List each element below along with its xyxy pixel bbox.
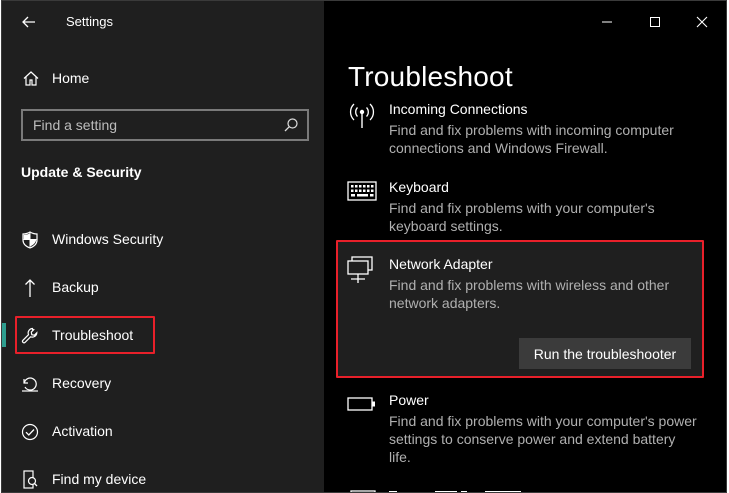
keyboard-icon [346, 181, 378, 213]
maximize-button[interactable] [642, 9, 668, 35]
backup-arrow-icon [20, 278, 40, 298]
antenna-icon [346, 101, 378, 133]
sidebar-item-home[interactable]: Home [20, 65, 310, 91]
troubleshooter-incoming-connections[interactable]: Incoming Connections Find and fix proble… [324, 99, 726, 163]
settings-window: Settings Home Update & Security [1, 0, 727, 493]
close-icon [696, 16, 708, 28]
minimize-button[interactable] [594, 9, 620, 35]
back-arrow-icon [22, 16, 35, 28]
activation-check-icon [20, 422, 40, 442]
main-content: Troubleshoot Incoming Connections Find a… [324, 1, 726, 492]
home-label: Home [52, 70, 90, 86]
battery-icon [346, 396, 378, 428]
sidebar-item-find-my-device[interactable]: Find my device [2, 461, 324, 492]
troubleshooter-name: Incoming Connections [389, 101, 528, 117]
troubleshooter-description: Find and fix problems with your computer… [389, 200, 655, 234]
sidebar-item-recovery[interactable]: Recovery [2, 365, 324, 401]
close-button[interactable] [689, 9, 715, 35]
shield-icon [20, 230, 40, 250]
home-icon [23, 70, 39, 86]
sidebar-item-label: Backup [52, 279, 99, 295]
sidebar-item-label: Recovery [52, 375, 112, 391]
selection-indicator [2, 323, 6, 347]
search-box[interactable] [21, 109, 309, 141]
troubleshooter-description: Find and fix problems with your computer… [389, 413, 697, 465]
sidebar-item-windows-security[interactable]: Windows Security [2, 221, 324, 257]
search-icon[interactable] [283, 117, 299, 133]
highlight-box-network-adapter [336, 240, 704, 378]
sidebar: Settings Home Update & Security [2, 1, 324, 492]
cutoff-item-icon [350, 485, 376, 492]
troubleshooter-power[interactable]: Power Find and fix problems with your co… [324, 390, 726, 470]
highlight-box-troubleshoot [15, 316, 155, 354]
page-title: Troubleshoot [348, 61, 513, 92]
recovery-icon [20, 374, 40, 394]
find-device-icon [20, 470, 40, 490]
troubleshooter-keyboard[interactable]: Keyboard Find and fix problems with your… [324, 177, 726, 237]
app-title: Settings [66, 14, 113, 29]
troubleshooter-name: Power [389, 392, 429, 408]
sidebar-item-label: Activation [52, 423, 113, 439]
sidebar-item-backup[interactable]: Backup [2, 269, 324, 305]
troubleshooter-description: Find and fix problems with incoming comp… [389, 122, 674, 156]
section-title: Update & Security [21, 164, 142, 180]
search-input[interactable] [23, 117, 273, 133]
sidebar-item-label: Find my device [52, 471, 147, 487]
back-button[interactable] [16, 9, 42, 35]
cutoff-item-text [389, 483, 539, 492]
sidebar-item-activation[interactable]: Activation [2, 413, 324, 449]
sidebar-item-label: Windows Security [52, 231, 164, 247]
maximize-icon [650, 17, 660, 27]
troubleshooter-name: Keyboard [389, 179, 449, 195]
minimize-icon [602, 21, 612, 23]
